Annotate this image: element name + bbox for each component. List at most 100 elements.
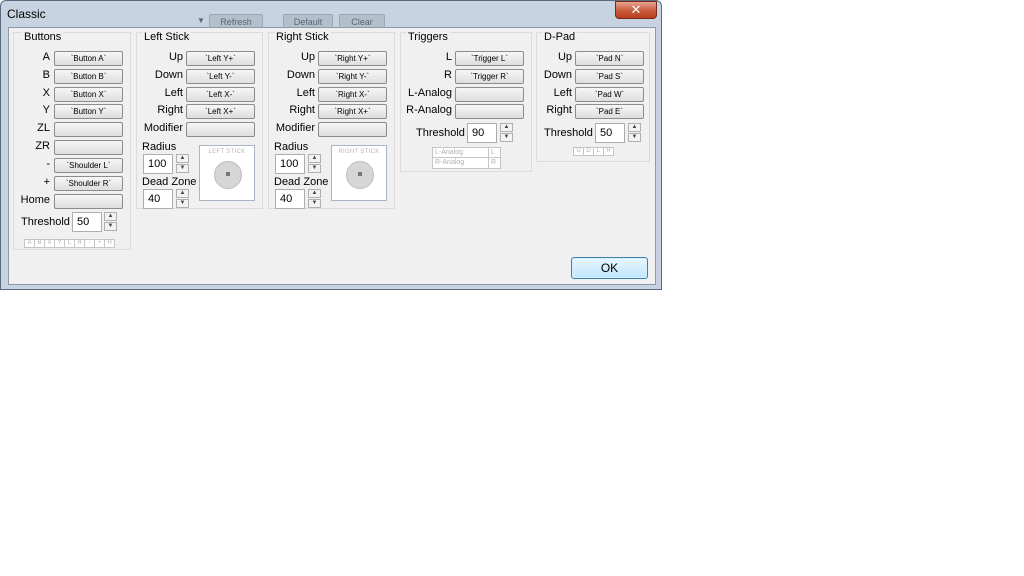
button-minus-binding[interactable]: `Shoulder L` xyxy=(54,158,123,173)
button-home-binding[interactable] xyxy=(54,194,123,209)
title-bar[interactable]: Classic ▼ Refresh Default Clear ✕ xyxy=(1,1,661,28)
left-stick-position-dot xyxy=(226,172,230,176)
button-y-binding[interactable]: `Button Y` xyxy=(54,104,123,119)
r-analog-key: R xyxy=(491,159,497,166)
dpad-group-title: D-Pad xyxy=(542,31,578,43)
buttons-state-indicator: A B X Y L R - + H xyxy=(24,239,115,248)
trigger-r-analog-binding[interactable] xyxy=(455,104,524,119)
dpad-right-label: Right xyxy=(546,104,572,116)
left-stick-radius-input[interactable]: 100 xyxy=(143,154,173,174)
buttons-group: Buttons A `Button A` B `Button B` X `But… xyxy=(13,31,131,250)
button-home-label: Home xyxy=(20,194,50,206)
ghost-clear-button: Clear xyxy=(339,14,385,28)
dialog-content: Buttons A `Button A` B `Button B` X `But… xyxy=(8,27,656,285)
left-stick-deadzone-input[interactable]: 40 xyxy=(143,189,173,209)
ghost-dropdown-arrow-icon: ▼ xyxy=(197,16,205,25)
right-stick-left-binding[interactable]: `Right X-` xyxy=(318,87,387,102)
right-stick-radius-input[interactable]: 100 xyxy=(275,154,305,174)
left-stick-deadzone-label: Dead Zone xyxy=(142,176,197,188)
right-stick-group-title: Right Stick xyxy=(274,31,331,43)
left-stick-modifier-binding[interactable] xyxy=(186,122,255,137)
left-stick-preview-label: LEFT STICK xyxy=(208,149,246,155)
dpad-right-binding[interactable]: `Pad E` xyxy=(575,104,644,119)
trigger-l-binding[interactable]: `Trigger L` xyxy=(455,51,524,66)
button-plus-label: + xyxy=(43,176,50,188)
indicator-cell: H xyxy=(104,239,115,248)
triggers-threshold-down-arrow-icon[interactable]: ▼ xyxy=(500,133,513,142)
dpad-left-binding[interactable]: `Pad W` xyxy=(575,87,644,102)
triggers-threshold-label: Threshold xyxy=(416,127,465,139)
left-stick-range-icon xyxy=(214,161,242,189)
dpad-down-label: Down xyxy=(543,69,572,81)
trigger-l-analog-binding[interactable] xyxy=(455,87,524,102)
button-zr-binding[interactable] xyxy=(54,140,123,155)
left-stick-up-binding[interactable]: `Left Y+` xyxy=(186,51,255,66)
buttons-threshold-down-arrow-icon[interactable]: ▼ xyxy=(104,222,117,231)
right-stick-down-binding[interactable]: `Right Y-` xyxy=(318,69,387,84)
left-stick-right-binding[interactable]: `Left X+` xyxy=(186,104,255,119)
right-stick-radius-down-arrow-icon[interactable]: ▼ xyxy=(308,164,321,173)
button-x-label: X xyxy=(42,87,50,99)
left-stick-radius-up-arrow-icon[interactable]: ▲ xyxy=(176,154,189,163)
right-stick-modifier-binding[interactable] xyxy=(318,122,387,137)
dpad-down-binding[interactable]: `Pad S` xyxy=(575,69,644,84)
dpad-threshold-input[interactable]: 50 xyxy=(595,123,625,143)
left-stick-radius-down-arrow-icon[interactable]: ▼ xyxy=(176,164,189,173)
ghost-default-button: Default xyxy=(283,14,333,28)
left-stick-group: Left Stick Up `Left Y+` Down `Left Y-` L… xyxy=(136,31,263,209)
right-stick-down-label: Down xyxy=(286,69,315,81)
triggers-threshold-up-arrow-icon[interactable]: ▲ xyxy=(500,123,513,132)
left-stick-preview: LEFT STICK xyxy=(199,145,255,201)
buttons-threshold-label: Threshold xyxy=(21,216,70,228)
right-stick-preview: RIGHT STICK xyxy=(331,145,387,201)
button-x-binding[interactable]: `Button X` xyxy=(54,87,123,102)
right-stick-group: Right Stick Up `Right Y+` Down `Right Y-… xyxy=(268,31,395,209)
left-stick-left-label: Left xyxy=(164,87,183,99)
button-y-label: Y xyxy=(42,104,50,116)
left-stick-up-label: Up xyxy=(168,51,183,63)
right-stick-radius-up-arrow-icon[interactable]: ▲ xyxy=(308,154,321,163)
close-icon: ✕ xyxy=(630,2,642,17)
button-a-binding[interactable]: `Button A` xyxy=(54,51,123,66)
trigger-r-binding[interactable]: `Trigger R` xyxy=(455,69,524,84)
right-stick-deadzone-input[interactable]: 40 xyxy=(275,189,305,209)
dpad-threshold-up-arrow-icon[interactable]: ▲ xyxy=(628,123,641,132)
l-analog-key: L xyxy=(489,148,500,158)
left-stick-deadzone-up-arrow-icon[interactable]: ▲ xyxy=(176,189,189,198)
button-zl-binding[interactable] xyxy=(54,122,123,137)
dpad-threshold-down-arrow-icon[interactable]: ▼ xyxy=(628,133,641,142)
dpad-state-indicator: U D L R xyxy=(573,147,614,156)
dpad-up-binding[interactable]: `Pad N` xyxy=(575,51,644,66)
ghost-refresh-button: Refresh xyxy=(209,14,263,28)
ok-button[interactable]: OK xyxy=(571,257,648,279)
right-stick-right-label: Right xyxy=(289,104,315,116)
left-stick-down-binding[interactable]: `Left Y-` xyxy=(186,69,255,84)
close-button[interactable]: ✕ xyxy=(615,1,657,19)
button-zl-label: ZL xyxy=(37,122,50,134)
left-stick-radius-label: Radius xyxy=(142,141,177,153)
button-b-binding[interactable]: `Button B` xyxy=(54,69,123,84)
triggers-analog-indicator: L-Analog L R-Analog R xyxy=(432,147,501,169)
right-stick-modifier-label: Modifier xyxy=(275,122,315,134)
right-stick-radius-label: Radius xyxy=(274,141,309,153)
dpad-threshold-label: Threshold xyxy=(544,127,593,139)
right-stick-deadzone-up-arrow-icon[interactable]: ▲ xyxy=(308,189,321,198)
indicator-cell: R xyxy=(603,147,614,156)
trigger-l-label: L xyxy=(445,51,452,63)
right-stick-up-binding[interactable]: `Right Y+` xyxy=(318,51,387,66)
buttons-threshold-up-arrow-icon[interactable]: ▲ xyxy=(104,212,117,221)
left-stick-group-title: Left Stick xyxy=(142,31,192,43)
left-stick-deadzone-down-arrow-icon[interactable]: ▼ xyxy=(176,199,189,208)
button-plus-binding[interactable]: `Shoulder R` xyxy=(54,176,123,191)
triggers-threshold-input[interactable]: 90 xyxy=(467,123,497,143)
left-stick-left-binding[interactable]: `Left X-` xyxy=(186,87,255,102)
dpad-up-label: Up xyxy=(557,51,572,63)
right-stick-deadzone-down-arrow-icon[interactable]: ▼ xyxy=(308,199,321,208)
triggers-group: Triggers L `Trigger L` R `Trigger R` L-A… xyxy=(400,31,532,172)
button-minus-label: - xyxy=(46,158,50,170)
button-a-label: A xyxy=(42,51,50,63)
buttons-threshold-input[interactable]: 50 xyxy=(72,212,102,232)
right-stick-right-binding[interactable]: `Right X+` xyxy=(318,104,387,119)
classic-dialog: Classic ▼ Refresh Default Clear ✕ Button… xyxy=(0,0,662,290)
triggers-group-title: Triggers xyxy=(406,31,450,43)
